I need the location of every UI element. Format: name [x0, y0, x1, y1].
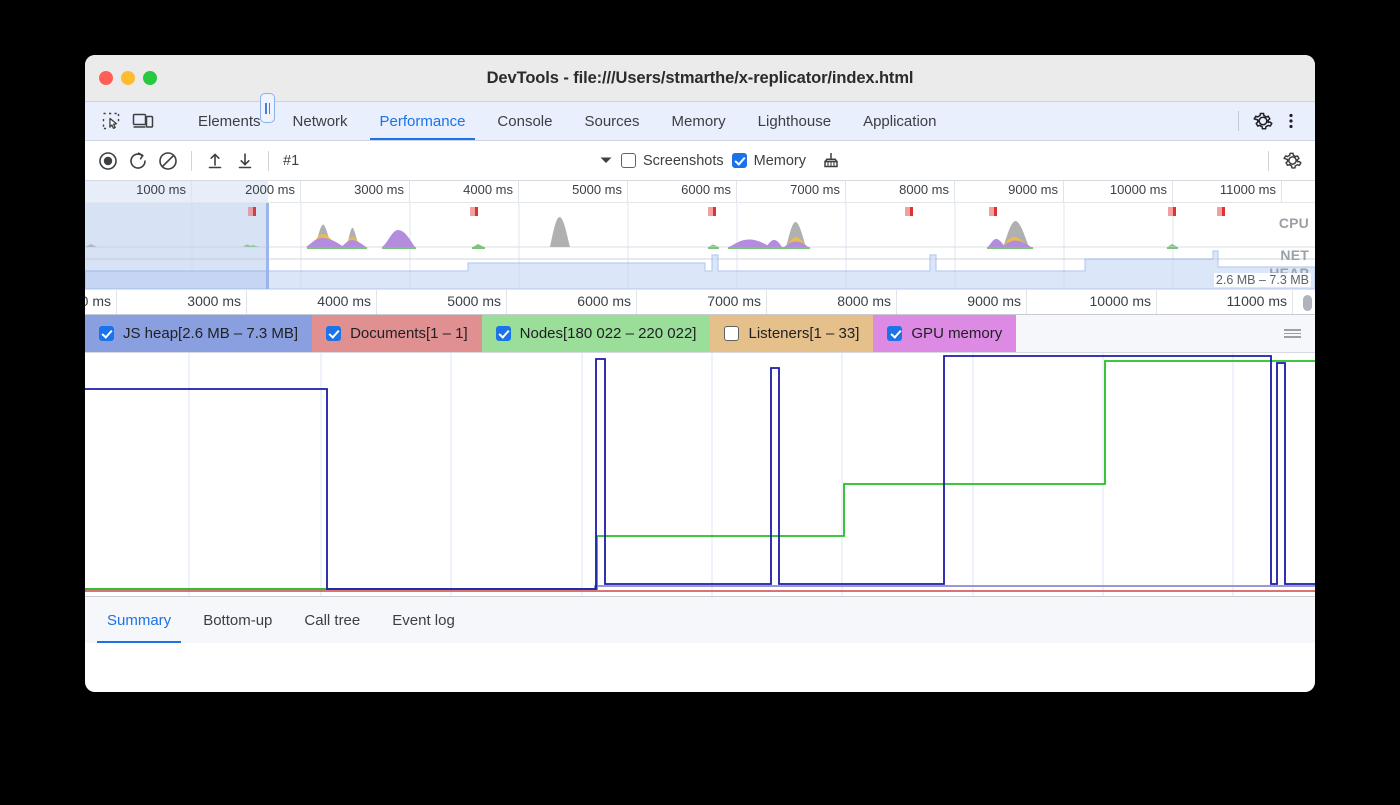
screenshots-checkbox[interactable]	[621, 153, 636, 168]
tab-memory[interactable]: Memory	[656, 102, 742, 140]
documents-label: Documents[1 – 1]	[350, 325, 468, 342]
screenshots-checkbox-row[interactable]: Screenshots	[621, 153, 724, 169]
timeline-vertical-scrollbar[interactable]	[1303, 295, 1312, 311]
overview-heap-range-badge: 2.6 MB – 7.3 MB	[1214, 273, 1311, 287]
memory-counters-chart[interactable]	[85, 353, 1315, 596]
nodes-checkbox[interactable]	[496, 326, 511, 341]
more-vertical-icon[interactable]	[1277, 107, 1305, 135]
device-toolbar-icon[interactable]	[129, 107, 157, 135]
gpu-memory-label: GPU memory	[911, 325, 1002, 342]
toolbar-divider-2	[268, 151, 269, 171]
nodes-label: Nodes[180 022 – 220 022]	[520, 325, 697, 342]
memory-label: Memory	[754, 153, 806, 169]
details-tab-event-log[interactable]: Event log	[376, 597, 471, 643]
window-title: DevTools - file:///Users/stmarthe/x-repl…	[85, 69, 1315, 88]
tab-performance[interactable]: Performance	[364, 102, 482, 140]
overview-window-drag-handle[interactable]	[260, 93, 275, 123]
profile-select-value: #1	[283, 153, 299, 169]
counter-toggle-documents[interactable]: Documents[1 – 1]	[312, 315, 482, 352]
js-heap-label: JS heap[2.6 MB – 7.3 MB]	[123, 325, 298, 342]
ruler-bottom-label-5: 7000 ms	[707, 293, 761, 309]
overview-graph-svg	[85, 203, 1315, 289]
overview-cpu-label: CPU	[1279, 215, 1309, 231]
tabbar-right-divider	[1238, 111, 1239, 131]
download-profile-icon[interactable]	[230, 146, 260, 176]
tab-sources[interactable]: Sources	[568, 102, 655, 140]
toolbar-divider-1	[191, 151, 192, 171]
memory-checkbox[interactable]	[732, 153, 747, 168]
profile-select[interactable]: #1	[283, 153, 613, 169]
close-window-button[interactable]	[99, 71, 113, 85]
tab-lighthouse[interactable]: Lighthouse	[742, 102, 847, 140]
tabbar-left-icons	[85, 102, 182, 140]
capture-settings-gear-icon[interactable]	[1277, 146, 1307, 176]
overview-net-label: NET	[1280, 247, 1309, 263]
details-tabbar: Summary Bottom-up Call tree Event log	[85, 596, 1315, 643]
memory-checkbox-row[interactable]: Memory	[732, 153, 806, 169]
details-tab-call-tree[interactable]: Call tree	[288, 597, 376, 643]
ruler-top-label-0: 1000 ms	[136, 182, 186, 197]
ruler-top-label-10: 11000 ms	[1220, 182, 1276, 197]
ruler-bottom-label-1: 3000 ms	[187, 293, 241, 309]
screenshots-label: Screenshots	[643, 153, 724, 169]
selection-start-line[interactable]	[266, 203, 269, 289]
chevron-down-icon	[599, 153, 613, 169]
ruler-top-label-5: 6000 ms	[681, 182, 731, 197]
gear-icon[interactable]	[1249, 107, 1277, 135]
record-circle-icon[interactable]	[93, 146, 123, 176]
memory-chart-svg	[85, 353, 1315, 596]
ruler-bottom-label-2: 4000 ms	[317, 293, 371, 309]
listeners-checkbox[interactable]	[724, 326, 739, 341]
details-tab-summary[interactable]: Summary	[91, 597, 187, 643]
ruler-bottom-label-7: 9000 ms	[967, 293, 1021, 309]
js-heap-checkbox[interactable]	[99, 326, 114, 341]
ruler-top-label-4: 5000 ms	[572, 182, 622, 197]
minimize-window-button[interactable]	[121, 71, 135, 85]
ruler-top-label-1: 2000 ms	[245, 182, 295, 197]
details-tab-bottom-up[interactable]: Bottom-up	[187, 597, 288, 643]
overview-ruler-top: 1000 ms 2000 ms 3000 ms 4000 ms 5000 ms …	[85, 181, 1315, 203]
timeline-overview: 1000 ms 2000 ms 3000 ms 4000 ms 5000 ms …	[85, 181, 1315, 315]
ruler-bottom-label-9: 11000 ms	[1227, 293, 1287, 309]
counter-toggle-gpu-memory[interactable]: GPU memory	[873, 315, 1016, 352]
reload-record-icon[interactable]	[123, 146, 153, 176]
memory-counters-legend: JS heap[2.6 MB – 7.3 MB] Documents[1 – 1…	[85, 315, 1315, 353]
ruler-bottom-label-0: 2000 ms	[85, 293, 111, 309]
listeners-label: Listeners[1 – 33]	[748, 325, 859, 342]
tab-network[interactable]: Network	[277, 102, 364, 140]
ruler-bottom-label-3: 5000 ms	[447, 293, 501, 309]
hamburger-menu-icon[interactable]	[1270, 315, 1315, 352]
documents-checkbox[interactable]	[326, 326, 341, 341]
counter-toggle-listeners[interactable]: Listeners[1 – 33]	[710, 315, 873, 352]
ruler-top-label-9: 10000 ms	[1110, 182, 1167, 197]
overview-ruler-bottom: 2000 ms 3000 ms 4000 ms 5000 ms 6000 ms …	[85, 289, 1315, 315]
ruler-top-label-2: 3000 ms	[354, 182, 404, 197]
clear-prohibited-icon[interactable]	[153, 146, 183, 176]
counter-toggle-nodes[interactable]: Nodes[180 022 – 220 022]	[482, 315, 711, 352]
overview-graphs[interactable]: CPU NET HEAP 2.6 MB – 7.3 MB	[85, 203, 1315, 289]
tabbar-right-icons	[1228, 102, 1315, 140]
ruler-bottom-label-6: 8000 ms	[837, 293, 891, 309]
upload-profile-icon[interactable]	[200, 146, 230, 176]
gpu-memory-checkbox[interactable]	[887, 326, 902, 341]
panel-tabs: Elements Network Performance Console Sou…	[182, 102, 952, 140]
counter-toggle-js-heap[interactable]: JS heap[2.6 MB – 7.3 MB]	[85, 315, 312, 352]
window-traffic-lights	[85, 71, 157, 85]
collect-garbage-broom-icon[interactable]	[816, 146, 846, 176]
ruler-top-label-3: 4000 ms	[463, 182, 513, 197]
tab-console[interactable]: Console	[481, 102, 568, 140]
toolbar-divider-3	[1268, 151, 1269, 171]
tab-application[interactable]: Application	[847, 102, 952, 140]
ruler-bottom-label-4: 6000 ms	[577, 293, 631, 309]
ruler-bottom-label-8: 10000 ms	[1090, 293, 1151, 309]
devtools-window: DevTools - file:///Users/stmarthe/x-repl…	[85, 55, 1315, 692]
zoom-window-button[interactable]	[143, 71, 157, 85]
inspect-element-icon[interactable]	[97, 107, 125, 135]
ruler-top-label-6: 7000 ms	[790, 182, 840, 197]
ruler-top-label-7: 8000 ms	[899, 182, 949, 197]
performance-toolbar: #1 Screenshots Memory	[85, 141, 1315, 181]
ruler-top-label-8: 9000 ms	[1008, 182, 1058, 197]
